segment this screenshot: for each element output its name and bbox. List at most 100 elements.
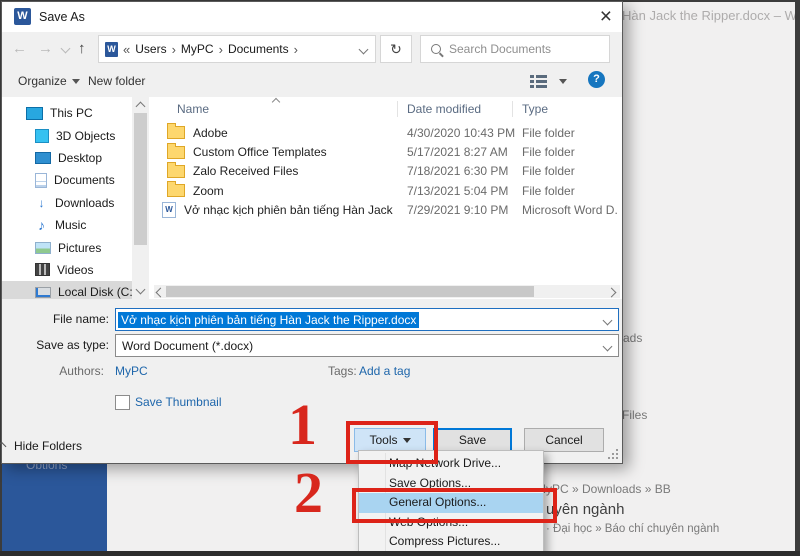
save-as-type-label: Save as type: xyxy=(4,338,109,352)
resize-grip[interactable] xyxy=(608,449,618,459)
search-box[interactable] xyxy=(420,35,610,63)
save-thumbnail-checkbox[interactable] xyxy=(115,395,130,410)
step2-number: 2 xyxy=(294,464,323,522)
picture-icon xyxy=(35,242,51,254)
scroll-down-icon[interactable] xyxy=(136,285,146,295)
step1-highlight-box xyxy=(346,421,438,464)
sidebar-item-desktop[interactable]: Desktop xyxy=(2,147,132,169)
background-fragment-files: Files xyxy=(622,408,647,422)
column-divider[interactable] xyxy=(397,101,398,117)
folder-icon xyxy=(167,184,185,197)
up-icon[interactable]: ↑ xyxy=(78,40,86,57)
music-icon: ♪ xyxy=(35,217,48,233)
help-icon[interactable]: ? xyxy=(588,71,605,88)
sidebar-item-documents[interactable]: Documents xyxy=(2,169,132,191)
document-icon xyxy=(35,173,47,188)
search-icon xyxy=(431,44,441,54)
authors-value[interactable]: MyPC xyxy=(115,364,148,378)
save-thumbnail-label: Save Thumbnail xyxy=(135,395,222,409)
breadcrumb-item-mypc[interactable]: MyPC xyxy=(181,42,214,56)
save-as-type-value: Word Document (*.docx) xyxy=(122,339,253,353)
column-name[interactable]: Name xyxy=(177,102,209,116)
column-type[interactable]: Type xyxy=(522,102,548,116)
sidebar-item-downloads[interactable]: ↓Downloads xyxy=(2,192,132,214)
search-input[interactable] xyxy=(447,41,591,57)
browse-area: This PC 3D Objects Desktop Documents ↓Do… xyxy=(2,97,622,299)
column-divider[interactable] xyxy=(512,101,513,117)
file-name-label: File name: xyxy=(4,312,109,326)
scroll-right-icon[interactable] xyxy=(607,288,617,298)
table-row[interactable]: Adobe4/30/2020 10:43 PMFile folder xyxy=(154,123,620,142)
new-folder-button[interactable]: New folder xyxy=(88,74,145,88)
horizontal-scrollbar[interactable] xyxy=(154,285,620,298)
background-fragment-subpath: · Đại học » Báo chí chuyên ngành xyxy=(546,523,719,535)
cancel-button[interactable]: Cancel xyxy=(524,428,604,452)
chevron-down-icon[interactable] xyxy=(603,342,613,352)
breadcrumb-separator-icon: › xyxy=(219,42,223,57)
breadcrumb-separator-icon: › xyxy=(294,42,298,57)
background-window-title: Hàn Jack the Ripper.docx – Word xyxy=(622,8,800,23)
file-rows: Adobe4/30/2020 10:43 PMFile folder Custo… xyxy=(154,123,620,220)
breadcrumb-item-users[interactable]: Users xyxy=(135,42,166,56)
table-row[interactable]: Custom Office Templates5/17/2021 8:27 AM… xyxy=(154,142,620,161)
sidebar-item-videos[interactable]: Videos xyxy=(2,259,132,281)
views-dropdown-icon[interactable] xyxy=(559,79,567,84)
save-as-type-select[interactable]: Word Document (*.docx) xyxy=(115,334,619,357)
sidebar-item-this-pc[interactable]: This PC xyxy=(2,102,132,124)
table-row[interactable]: Zoom7/13/2021 5:04 PMFile folder xyxy=(154,181,620,200)
step1-number: 1 xyxy=(288,396,317,454)
step2-highlight-box xyxy=(352,488,557,523)
add-a-tag-link[interactable]: Add a tag xyxy=(359,364,410,378)
disk-icon xyxy=(35,287,51,298)
table-row[interactable]: Zalo Received Files7/18/2021 6:30 PMFile… xyxy=(154,162,620,181)
sidebar-item-pictures[interactable]: Pictures xyxy=(2,236,132,258)
column-date-modified[interactable]: Date modified xyxy=(407,102,481,116)
navigation-bar: ← → ↑ W « Users › MyPC › Documents › ↻ xyxy=(2,32,622,66)
sidebar-item-local-disk-c[interactable]: Local Disk (C:) xyxy=(2,281,132,299)
dialog-title: Save As xyxy=(39,10,85,24)
pc-icon xyxy=(26,107,43,120)
folder-icon xyxy=(167,165,185,178)
table-row[interactable]: WVở nhạc kịch phiên bản tiếng Hàn Jack t… xyxy=(154,201,620,220)
chevron-down-icon[interactable] xyxy=(603,316,613,326)
file-name-value[interactable]: Vở nhạc kịch phiên bản tiếng Hàn Jack th… xyxy=(118,312,419,328)
tags-label: Tags: xyxy=(328,364,357,378)
command-toolbar: Organize New folder ? xyxy=(2,66,622,98)
cube-icon xyxy=(35,129,49,143)
background-fragment-downloads: ads xyxy=(623,331,642,345)
screen-edge xyxy=(795,0,800,556)
history-chevron-icon[interactable] xyxy=(61,44,71,54)
refresh-icon[interactable]: ↻ xyxy=(380,35,412,63)
breadcrumb-dropdown-icon[interactable] xyxy=(359,45,369,55)
organize-dropdown-icon xyxy=(72,79,80,84)
scroll-left-icon[interactable] xyxy=(156,288,166,298)
hide-folders-button[interactable]: Hide Folders xyxy=(14,439,82,453)
breadcrumb-item-documents[interactable]: Documents xyxy=(228,42,289,56)
forward-icon[interactable]: → xyxy=(38,40,53,57)
sidebar-item-music[interactable]: ♪Music xyxy=(2,214,132,236)
chevron-up-icon xyxy=(0,442,6,452)
breadcrumb[interactable]: W « Users › MyPC › Documents › xyxy=(98,35,376,63)
scrollbar-thumb[interactable] xyxy=(166,286,534,297)
back-icon[interactable]: ← xyxy=(12,40,27,57)
menu-item-compress-pictures[interactable]: Compress Pictures... xyxy=(359,532,543,552)
breadcrumb-separator-icon: › xyxy=(172,42,176,57)
organize-button[interactable]: Organize xyxy=(18,74,80,88)
sidebar-scrollbar[interactable] xyxy=(132,97,149,299)
file-name-input[interactable]: Vở nhạc kịch phiên bản tiếng Hàn Jack th… xyxy=(115,308,619,331)
sort-ascending-icon[interactable] xyxy=(272,98,280,106)
breadcrumb-overflow-icon[interactable]: « xyxy=(123,42,130,57)
view-details-icon[interactable] xyxy=(530,75,547,88)
file-list: Name Date modified Type Adobe4/30/2020 1… xyxy=(154,97,620,299)
file-list-header: Name Date modified Type xyxy=(154,97,620,121)
navigation-pane: This PC 3D Objects Desktop Documents ↓Do… xyxy=(2,97,132,299)
close-icon[interactable]: × xyxy=(600,4,612,30)
location-doc-icon: W xyxy=(105,42,118,57)
save-button[interactable]: Save xyxy=(433,428,512,452)
screenshot-root: Hàn Jack the Ripper.docx – Word ads File… xyxy=(0,0,800,556)
sidebar-item-3d-objects[interactable]: 3D Objects xyxy=(2,124,132,146)
authors-label: Authors: xyxy=(54,364,104,378)
dialog-titlebar: W Save As × xyxy=(2,2,622,32)
scroll-up-icon[interactable] xyxy=(136,102,146,112)
scrollbar-thumb[interactable] xyxy=(134,113,147,245)
